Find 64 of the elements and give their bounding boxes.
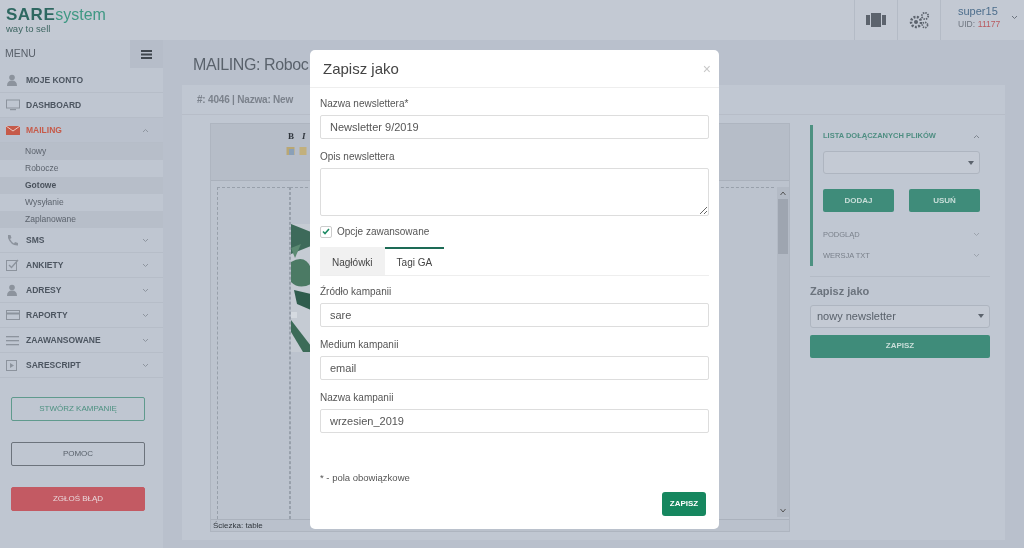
tab[interactable]: Nagłówki (320, 247, 385, 275)
user-icon (6, 283, 20, 297)
tagline: way to sell (6, 24, 52, 34)
input-field[interactable]: Newsletter 9/2019 (320, 115, 709, 139)
sidebar-button[interactable]: STWÓRZ KAMPANIĘ (11, 397, 145, 421)
footnote: * - pola obowiązkowe (320, 471, 411, 485)
user-icon (6, 73, 20, 87)
sidebar-button[interactable]: POMOC (11, 442, 145, 466)
submenu-item[interactable]: Gotowe (0, 177, 163, 194)
sidebar-item[interactable]: SMS (0, 228, 163, 253)
italic-button[interactable]: I (300, 131, 308, 141)
save-button[interactable]: ZAPISZ (810, 334, 990, 358)
bold-button[interactable]: B (286, 131, 296, 141)
chevron-down-icon (1011, 15, 1018, 20)
field-label: Medium kampanii (320, 339, 400, 351)
user-name: super15 (958, 5, 998, 18)
section-title: Zapisz jako (810, 284, 871, 299)
logo-text: SARE (6, 5, 56, 24)
phone-icon (6, 233, 20, 247)
sidebar-item[interactable]: MAILING (0, 118, 163, 143)
submenu-item[interactable]: Nowy (0, 143, 163, 160)
checkbox-label: Opcje zawansowane (337, 225, 430, 239)
monitor-icon (6, 98, 20, 112)
input-field[interactable]: sare (320, 303, 709, 327)
logo-text: system (55, 6, 106, 23)
sidebar-item[interactable]: ZAAWANSOWANE (0, 328, 163, 353)
list-icon (6, 333, 20, 347)
checkbox-icon (6, 258, 20, 272)
columns-icon[interactable] (866, 13, 886, 27)
save-as-select[interactable]: nowy newsletter (810, 304, 990, 328)
input-field[interactable]: wrzesien_2019 (320, 409, 709, 433)
sidebar-item[interactable]: ANKIETY (0, 253, 163, 278)
envelope-icon (6, 123, 20, 137)
page-title: MAILING: Roboc (193, 55, 309, 73)
field-label: Nazwa kampanii (320, 392, 395, 404)
settings-icon[interactable] (908, 11, 930, 29)
field-label: Źródło kampanii (320, 286, 393, 298)
play-box-icon (6, 358, 20, 372)
sidebar-item[interactable]: RAPORTY (0, 303, 163, 328)
menu-button[interactable] (130, 40, 163, 68)
caret-icon (978, 314, 984, 318)
field-label: Nazwa newslettera* (320, 98, 410, 110)
sidebar-button[interactable]: ZGŁOŚ BŁĄD (11, 487, 145, 511)
input-field[interactable]: email (320, 356, 709, 380)
menu-label: MENU (4, 46, 37, 62)
panel-heading: #: 4046 | Nazwa: New (197, 93, 294, 107)
sidebar-item[interactable]: SARESCRIPT (0, 353, 163, 378)
checkbox[interactable] (320, 225, 332, 238)
sidebar-item[interactable]: ADRESY (0, 278, 163, 303)
scrollbar[interactable] (777, 187, 789, 517)
submenu-item[interactable]: Zaplanowane (0, 211, 163, 228)
uid-value: 11177 (977, 18, 1001, 29)
action-button[interactable]: USUŃ (909, 189, 980, 212)
field-label: Opis newslettera (320, 151, 396, 163)
dialog-title: Zapisz jako (323, 59, 399, 78)
text-area[interactable] (320, 168, 709, 216)
sidebar-item[interactable]: MOJE KONTO (0, 68, 163, 93)
caret-icon (968, 160, 974, 165)
file-select[interactable] (823, 151, 980, 174)
menu-icon (141, 49, 152, 59)
action-button[interactable]: DODAJ (823, 189, 894, 212)
save-button[interactable]: ZAPISZ (662, 492, 706, 516)
uid-label: UID: (958, 18, 975, 29)
card-icon (6, 308, 20, 322)
